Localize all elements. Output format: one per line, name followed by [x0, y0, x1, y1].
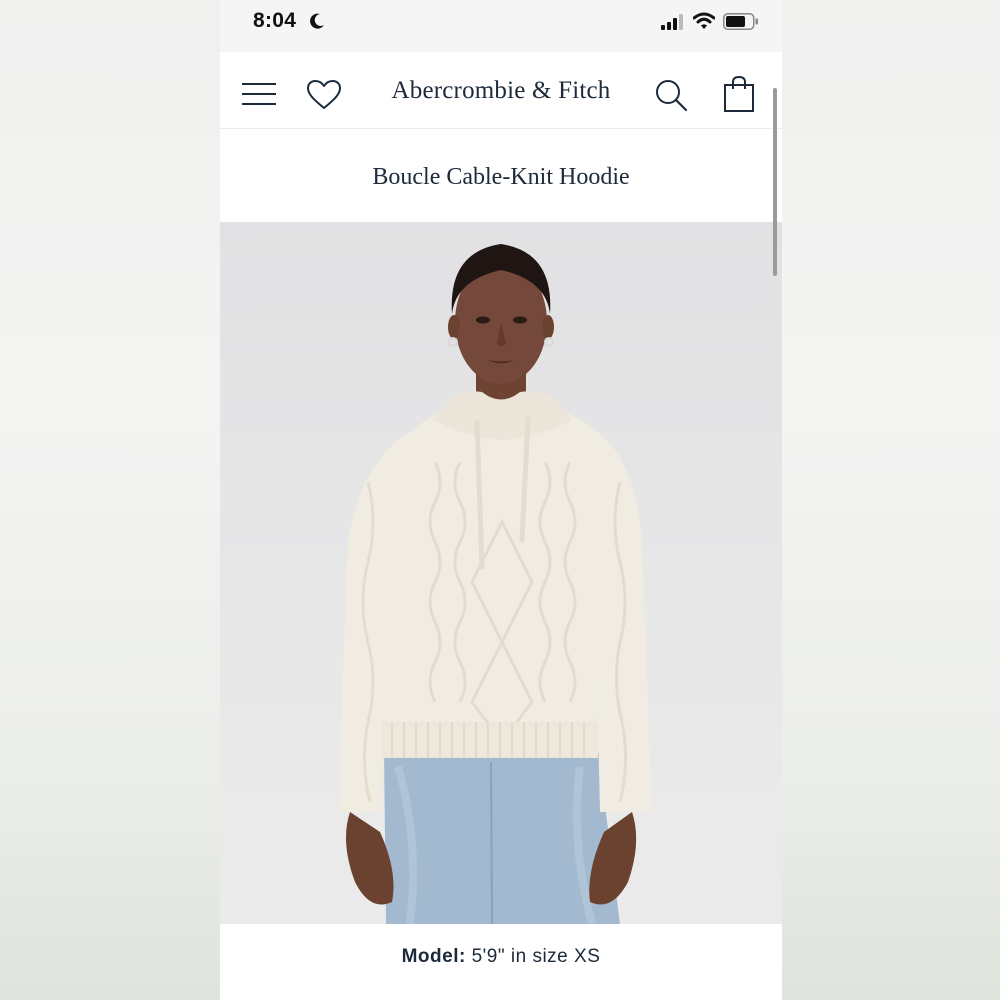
brand-logo[interactable]: Abercrombie & Fitch [220, 77, 782, 105]
status-time: 8:04 [253, 9, 297, 32]
wifi-icon [693, 12, 715, 29]
product-title: Boucle Cable-Knit Hoodie [372, 164, 630, 190]
nav-bar: Abercrombie & Fitch [220, 52, 782, 129]
status-bar: 8:04 [220, 0, 782, 52]
battery-icon [723, 13, 758, 30]
model-photo [338, 244, 652, 924]
phone-screen: 8:04 Abercrombie & Fitch Boucle Cable-Kn… [220, 0, 782, 1000]
moon-icon [310, 13, 324, 29]
scrollbar[interactable] [773, 88, 777, 276]
model-caption: Model: 5'9" in size XS [220, 946, 782, 968]
bag-icon[interactable] [723, 75, 755, 113]
background-right [782, 0, 1000, 1000]
product-image[interactable] [220, 222, 782, 924]
background-left [0, 0, 220, 1000]
signal-icon [661, 14, 683, 30]
model-value: 5'9" in size XS [471, 946, 601, 967]
search-icon[interactable] [654, 78, 688, 112]
model-label: Model: [401, 946, 466, 967]
